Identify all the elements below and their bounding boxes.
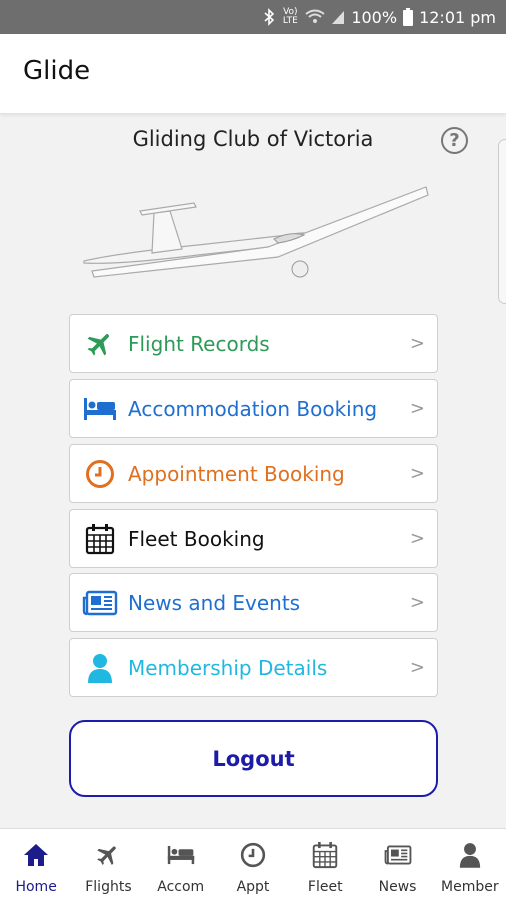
club-name: Gliding Club of Victoria — [132, 127, 374, 151]
chevron-right-icon: > — [409, 528, 425, 549]
battery-level: 100% — [351, 7, 398, 27]
clock-icon — [239, 841, 267, 869]
side-scroll-handle[interactable] — [498, 139, 506, 304]
app-bar: Glide — [0, 34, 506, 114]
chevron-right-icon: > — [409, 463, 425, 484]
newspaper-icon — [384, 841, 412, 869]
clock-time: 12:01 pm — [419, 7, 496, 27]
menu-item-accommodation-booking[interactable]: Accommodation Booking > — [69, 379, 438, 438]
home-icon — [22, 841, 50, 869]
nav-label: Flights — [85, 879, 132, 895]
chevron-right-icon: > — [409, 333, 425, 354]
app-title: Glide — [23, 56, 91, 86]
battery-icon — [403, 8, 414, 26]
nav-label: Fleet — [307, 879, 343, 895]
nav-label: Accom — [157, 879, 205, 895]
menu-label: Fleet Booking — [128, 526, 265, 551]
menu-item-flight-records[interactable]: Flight Records > — [69, 314, 438, 373]
chevron-right-icon: > — [409, 592, 425, 613]
volte-icon: Vo) LTE — [282, 7, 298, 26]
main-content: Gliding Club of Victoria ? Flight Record… — [0, 115, 506, 828]
menu-item-fleet-booking[interactable]: Fleet Booking > — [69, 509, 438, 568]
menu-label: Accommodation Booking — [128, 396, 378, 421]
nav-label: News — [378, 879, 417, 895]
nav-item-appt[interactable]: Appt — [217, 829, 289, 900]
nav-item-member[interactable]: Member — [434, 829, 506, 900]
bed-icon — [80, 389, 120, 429]
chevron-right-icon: > — [409, 398, 425, 419]
help-button[interactable]: ? — [441, 127, 468, 154]
chevron-right-icon: > — [409, 657, 425, 678]
airplane-icon — [80, 324, 120, 364]
status-bar: Vo) LTE 100% 12:01 pm — [0, 0, 506, 34]
clock-icon — [80, 454, 120, 494]
nav-label: Home — [15, 879, 57, 895]
nav-item-home[interactable]: Home — [0, 829, 72, 900]
nav-label: Member — [441, 879, 499, 895]
glider-illustration — [83, 186, 429, 278]
bed-icon — [167, 841, 195, 869]
calendar-icon — [80, 519, 120, 559]
nav-item-fleet[interactable]: Fleet — [289, 829, 361, 900]
user-icon — [80, 648, 120, 688]
nav-item-flights[interactable]: Flights — [72, 829, 144, 900]
menu-label: Flight Records — [128, 331, 270, 356]
menu-label: Appointment Booking — [128, 461, 345, 486]
nav-label: Appt — [236, 879, 270, 895]
menu-label: News and Events — [128, 590, 301, 615]
bluetooth-icon — [263, 8, 275, 26]
airplane-icon — [94, 841, 122, 869]
user-icon — [456, 841, 484, 869]
menu-item-membership-details[interactable]: Membership Details > — [69, 638, 438, 697]
logout-button[interactable]: Logout — [69, 720, 438, 797]
menu-label: Membership Details — [128, 655, 328, 680]
calendar-icon — [311, 841, 339, 869]
signal-icon — [331, 9, 345, 25]
wifi-icon — [305, 9, 325, 25]
menu-item-appointment-booking[interactable]: Appointment Booking > — [69, 444, 438, 503]
nav-item-news[interactable]: News — [361, 829, 433, 900]
nav-item-accom[interactable]: Accom — [145, 829, 217, 900]
bottom-nav: Home Flights Accom Appt Fleet News Membe… — [0, 828, 506, 900]
newspaper-icon — [80, 583, 120, 623]
menu-item-news-and-events[interactable]: News and Events > — [69, 573, 438, 632]
